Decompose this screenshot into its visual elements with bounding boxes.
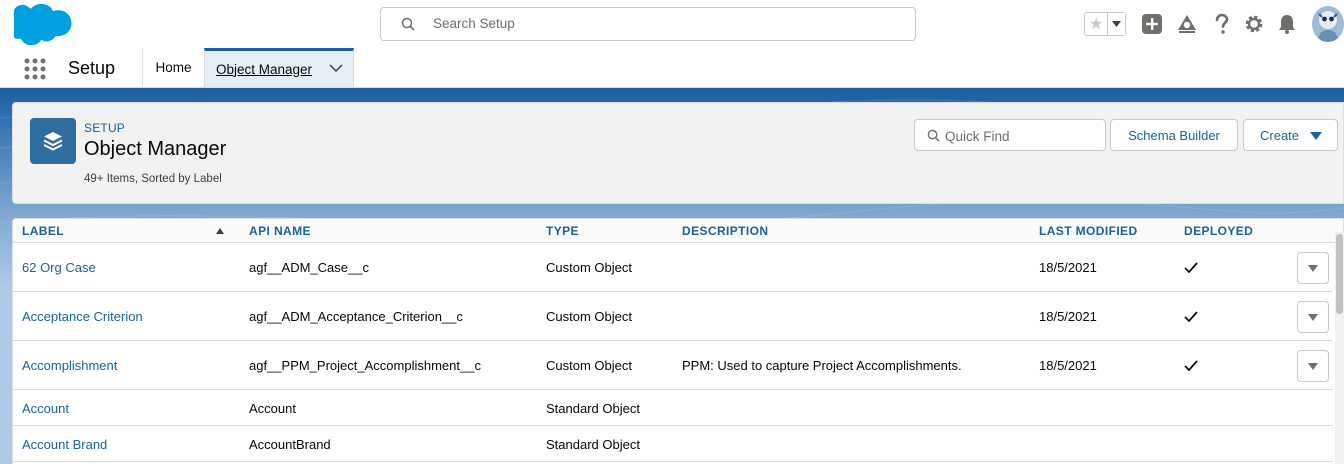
object-manager-icon	[30, 118, 76, 164]
quick-find-input[interactable]	[945, 126, 1095, 146]
column-header-label[interactable]: LABEL	[22, 224, 64, 238]
scrollbar-thumb[interactable]	[1336, 234, 1343, 314]
tab-object-manager[interactable]: Object Manager	[204, 48, 354, 87]
star-icon[interactable]: ★	[1085, 13, 1109, 35]
chevron-down-icon	[1308, 264, 1318, 272]
column-header-deployed[interactable]: DEPLOYED	[1184, 224, 1253, 238]
salesforce-logo[interactable]	[14, 3, 76, 45]
row-last-modified: 18/5/2021	[1039, 260, 1097, 275]
row-label-link[interactable]: Acceptance Criterion	[22, 309, 143, 324]
sort-ascending-icon[interactable]	[216, 228, 224, 234]
chevron-down-icon[interactable]	[329, 63, 343, 73]
app-name: Setup	[68, 58, 116, 78]
row-actions-button[interactable]	[1297, 252, 1329, 284]
chevron-down-icon	[1112, 21, 1122, 27]
create-button[interactable]: Create	[1243, 119, 1338, 151]
favorites-control: ★	[1084, 12, 1126, 36]
page-title: Object Manager	[84, 138, 227, 160]
table-row: 62 Org Case agf__ADM_Case__c Custom Obje…	[13, 243, 1333, 292]
table-row: Acceptance Criterion agf__ADM_Acceptance…	[13, 292, 1333, 341]
row-label-link[interactable]: 62 Org Case	[22, 260, 96, 275]
row-actions-button[interactable]	[1297, 350, 1329, 382]
row-api-name: Account	[249, 401, 296, 416]
table-row: Account Account Standard Object	[13, 390, 1333, 426]
row-label-link[interactable]: Accomplishment	[22, 358, 117, 373]
breadcrumb[interactable]: SETUP	[84, 121, 125, 135]
bell-icon[interactable]	[1276, 13, 1298, 35]
add-icon[interactable]	[1141, 13, 1163, 35]
global-search-box[interactable]: Search Setup	[380, 7, 916, 41]
tab-object-manager-label: Object Manager	[216, 61, 313, 77]
chevron-down-icon	[1308, 313, 1318, 321]
chevron-down-icon	[1308, 362, 1318, 370]
check-icon	[1184, 360, 1198, 372]
quick-find-box	[914, 119, 1106, 151]
column-header-api-name[interactable]: API NAME	[249, 224, 311, 238]
row-type: Custom Object	[546, 309, 632, 324]
search-placeholder: Search Setup	[433, 16, 515, 31]
global-header: Search Setup ★	[0, 0, 1344, 48]
object-list-table: LABEL API NAME TYPE DESCRIPTION LAST MOD…	[12, 218, 1344, 464]
tab-home[interactable]: Home	[142, 48, 204, 87]
row-api-name: agf__ADM_Case__c	[249, 260, 369, 275]
avatar[interactable]	[1312, 6, 1344, 42]
vertical-scrollbar[interactable]	[1335, 232, 1344, 464]
chevron-down-icon	[1310, 132, 1322, 140]
create-button-label: Create	[1260, 127, 1300, 143]
search-icon	[401, 17, 415, 31]
favorites-dropdown[interactable]	[1108, 13, 1125, 35]
layers-icon	[43, 132, 63, 151]
trailhead-icon[interactable]	[1176, 13, 1198, 35]
column-header-type[interactable]: TYPE	[546, 224, 579, 238]
row-label-link[interactable]: Account	[22, 401, 69, 416]
object-manager-header: SETUP Object Manager 49+ Items, Sorted b…	[12, 102, 1344, 204]
row-last-modified: 18/5/2021	[1039, 309, 1097, 324]
item-count-subtitle: 49+ Items, Sorted by Label	[84, 173, 222, 185]
app-navigation-bar: Setup Home Object Manager	[0, 48, 1344, 88]
tab-home-label: Home	[155, 60, 192, 75]
row-description: PPM: Used to capture Project Accomplishm…	[682, 358, 962, 373]
table-row: Accomplishment agf__PPM_Project_Accompli…	[13, 341, 1333, 390]
row-api-name: agf__PPM_Project_Accomplishment__c	[249, 358, 481, 373]
table-row: Account Brand AccountBrand Standard Obje…	[13, 426, 1333, 462]
row-last-modified: 18/5/2021	[1039, 358, 1097, 373]
row-api-name: AccountBrand	[249, 437, 331, 452]
check-icon	[1184, 262, 1198, 274]
row-api-name: agf__ADM_Acceptance_Criterion__c	[249, 309, 463, 324]
gear-icon[interactable]	[1243, 13, 1265, 35]
schema-builder-button[interactable]: Schema Builder	[1110, 119, 1238, 151]
row-type: Standard Object	[546, 437, 640, 452]
row-actions-button[interactable]	[1297, 301, 1329, 333]
row-type: Custom Object	[546, 358, 632, 373]
column-header-description[interactable]: DESCRIPTION	[682, 224, 768, 238]
row-type: Custom Object	[546, 260, 632, 275]
app-launcher-icon[interactable]	[24, 58, 46, 80]
table-header: LABEL API NAME TYPE DESCRIPTION LAST MOD…	[13, 219, 1343, 243]
row-label-link[interactable]: Account Brand	[22, 437, 107, 452]
check-icon	[1184, 311, 1198, 323]
column-header-last-modified[interactable]: LAST MODIFIED	[1039, 224, 1138, 238]
search-icon	[927, 129, 940, 142]
help-icon[interactable]	[1211, 13, 1233, 35]
row-type: Standard Object	[546, 401, 640, 416]
